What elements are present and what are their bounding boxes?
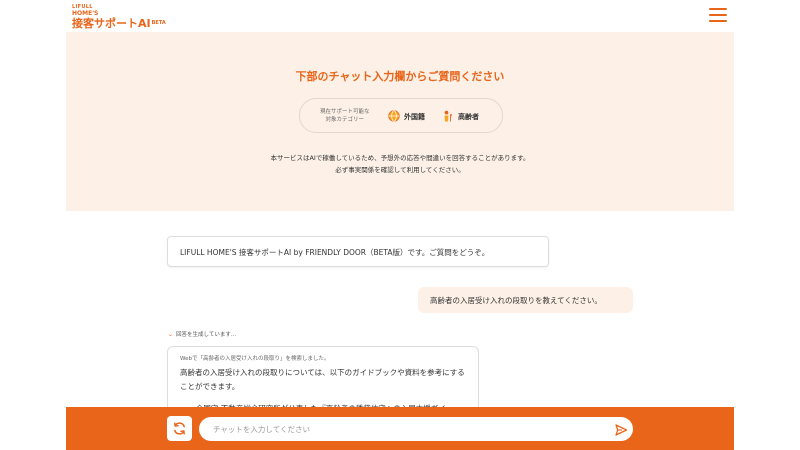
logo-beta-badge: BETA <box>151 20 166 26</box>
category-box: 現在サポート可能な 対象カテゴリー 外国籍 高齢者 <box>299 98 503 133</box>
chat-input-bar <box>66 407 734 450</box>
category-label-line2: 対象カテゴリー <box>325 117 365 123</box>
category-foreign: 外国籍 <box>388 110 425 124</box>
disclaimer-note: 本サービスはAIで稼働しているため、予想外の応答や間違いを回答することがあります… <box>66 152 734 176</box>
logo-brand-text: HOME'S <box>72 10 99 17</box>
logo-title-text: 接客サポートAI <box>72 17 151 30</box>
answer-search-note: Webで「高齢者の入居受け入れの段取り」を検索しました。 <box>180 356 330 362</box>
answer-text: 高齢者の入居受け入れの段取りについては、以下のガイドブックや資料を参考にすること… <box>180 368 465 391</box>
refresh-icon <box>174 422 185 435</box>
chevron-down-icon[interactable]: ⌄ <box>168 331 173 338</box>
category-foreign-label: 外国籍 <box>404 113 425 121</box>
send-icon <box>615 424 628 436</box>
refresh-button[interactable] <box>167 416 192 441</box>
generating-status-text: 回答を生成しています... <box>176 332 237 338</box>
elderly-person-icon <box>442 110 454 124</box>
user-message-bubble: 高齢者の入居受け入れの段取りを教えてください。 <box>418 287 633 313</box>
category-elderly: 高齢者 <box>442 110 479 124</box>
generating-status[interactable]: ⌄ 回答を生成しています... <box>168 330 236 338</box>
hamburger-menu-icon[interactable] <box>709 8 727 22</box>
user-message-text: 高齢者の入居受け入れの段取りを教えてください。 <box>430 296 602 305</box>
chat-input[interactable] <box>199 417 633 441</box>
header: LIFULL HOME'S 接客サポートAIBETA <box>0 0 800 32</box>
bot-greeting-bubble: LIFULL HOME'S 接客サポートAI by FRIENDLY DOOR（… <box>167 236 549 267</box>
bot-greeting-text: LIFULL HOME'S 接客サポートAI by FRIENDLY DOOR（… <box>180 248 490 257</box>
category-label: 現在サポート可能な 対象カテゴリー <box>320 108 370 124</box>
logo-title: 接客サポートAIBETA <box>72 17 166 30</box>
category-elderly-label: 高齢者 <box>458 113 479 121</box>
logo[interactable]: LIFULL HOME'S 接客サポートAIBETA <box>72 4 166 30</box>
hero-title: 下部のチャット入力欄からご質問ください <box>295 70 505 83</box>
category-label-line1: 現在サポート可能な <box>320 109 370 115</box>
send-button[interactable] <box>614 422 628 436</box>
disclaimer-line2: 必ず事実関係を確認して利用してください。 <box>335 166 465 174</box>
globe-icon <box>388 110 400 124</box>
hero-section: 下部のチャット入力欄からご質問ください 現在サポート可能な 対象カテゴリー 外国… <box>66 32 734 211</box>
disclaimer-line1: 本サービスはAIで稼働しているため、予想外の応答や間違いを回答することがあります… <box>270 154 530 162</box>
